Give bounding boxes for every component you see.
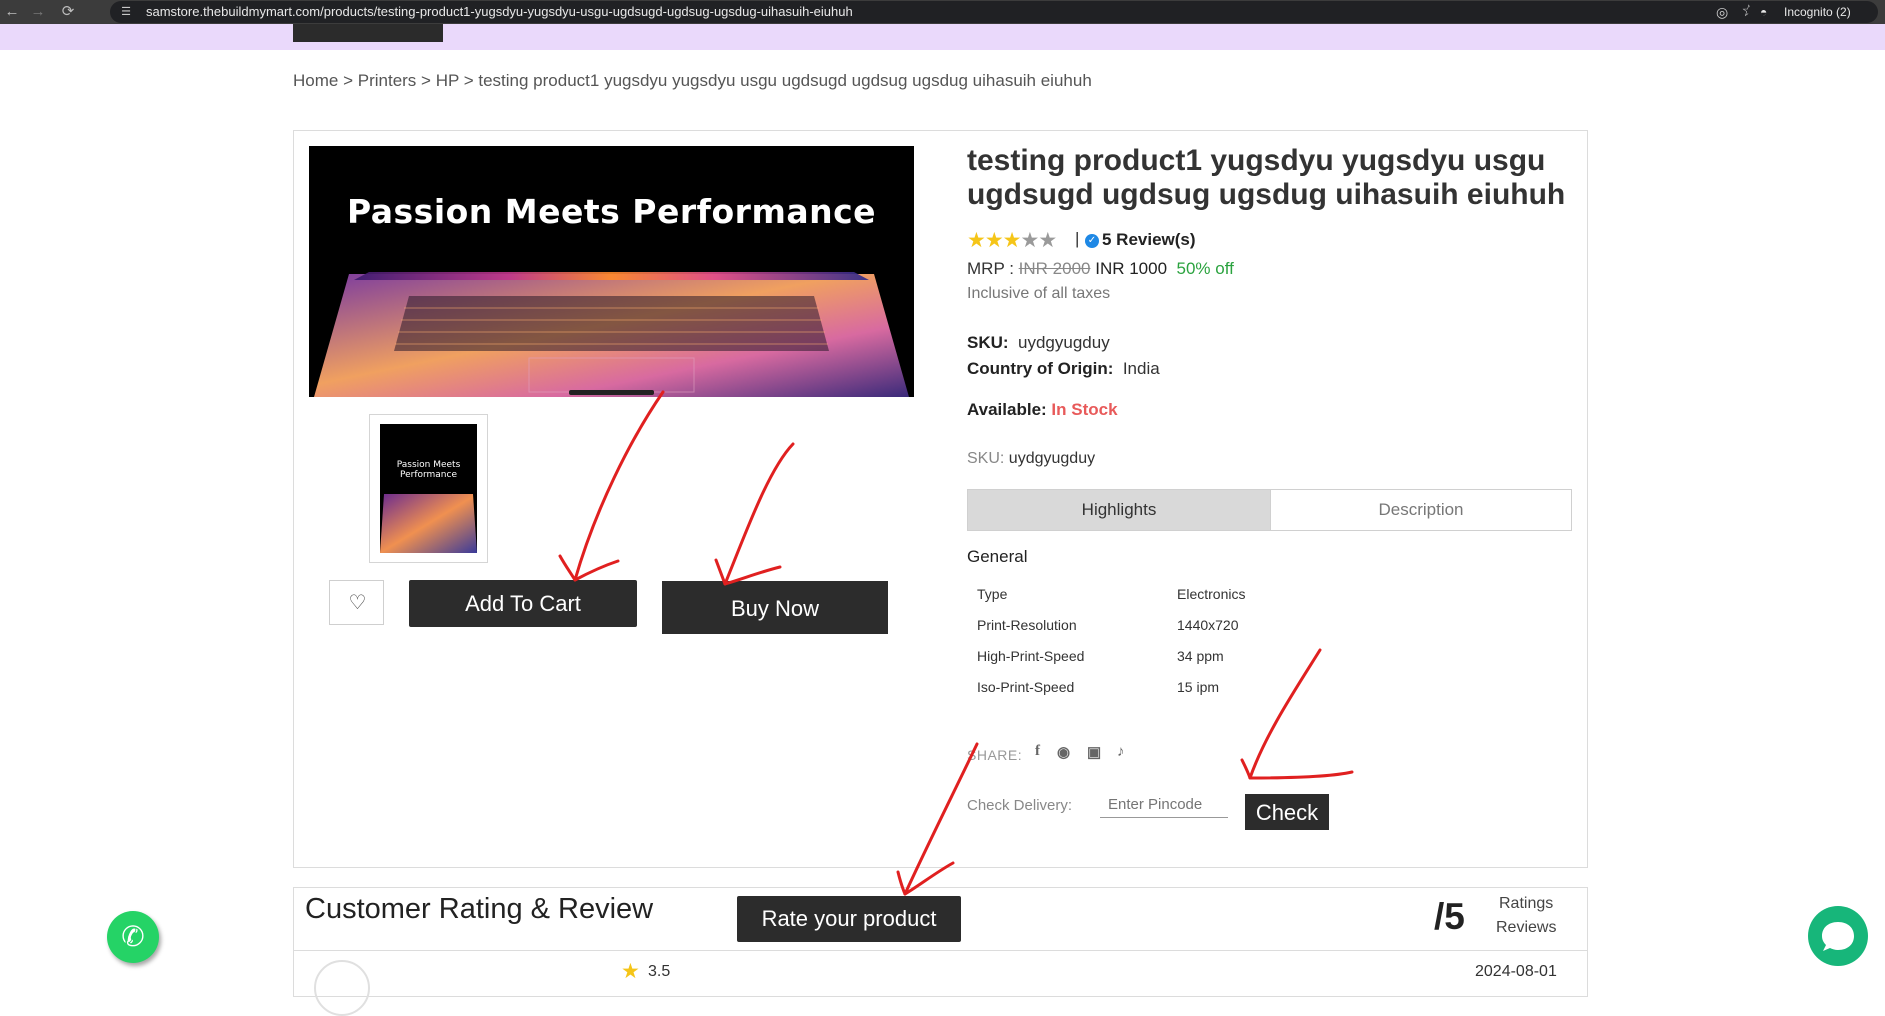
tab-highlights[interactable]: Highlights [968,490,1270,530]
stock-status: In Stock [1051,400,1118,419]
breadcrumb-current: testing product1 yugsdyu yugsdyu usgu ug… [478,71,1092,90]
origin-label: Country of Origin: [967,359,1114,378]
facebook-icon[interactable]: f [1035,743,1040,760]
tax-note: Inclusive of all taxes [967,285,1111,302]
star-filled-icon: ★ [967,229,986,252]
review-date: 2024-08-01 [1475,963,1557,980]
whatsapp-float-button[interactable]: ✆ [107,911,159,963]
availability-label: Available: [967,400,1047,419]
rating-out-of: /5 [1434,896,1465,937]
rating-stars[interactable]: ★★★★★ [967,228,1057,253]
spec-value: Electronics [1177,586,1246,602]
chat-widget-button[interactable] [1808,906,1868,966]
reload-icon[interactable]: ⟳ [58,2,78,22]
review-star-icon: ★ [621,960,640,983]
sku-label: SKU: [967,333,1009,352]
url-text[interactable]: samstore.thebuildmymart.com/products/tes… [146,4,853,20]
add-to-cart-button[interactable]: Add To Cart [409,580,637,627]
sku-value: uydgyugduy [1018,333,1110,352]
hero-headline: Passion Meets Performance [346,192,877,231]
share-label: SHARE: [967,747,1023,763]
browser-toolbar: ← → ⟳ ☰ samstore.thebuildmymart.com/prod… [0,0,1885,24]
spec-value: 34 ppm [1177,648,1224,664]
tab-description[interactable]: Description [1270,490,1571,530]
breadcrumb-separator: > [338,71,358,90]
star-empty-icon: ★ [1020,229,1039,252]
reviews-count-label: Reviews [1496,919,1557,936]
thumbnail-art [380,424,477,553]
review-score: 3.5 [648,963,671,980]
buy-now-button[interactable]: Buy Now [662,581,888,634]
heart-icon: ♡ [348,592,367,614]
site-logo[interactable] [293,24,443,42]
discount-badge: 50% off [1176,259,1234,278]
mrp-old-price: INR 2000 [1018,259,1091,278]
product-thumbnail[interactable]: Passion Meets Performance [369,414,488,563]
laptop-illustration [309,146,914,397]
origin-value: India [1122,359,1160,378]
sku-secondary-label: SKU: [967,450,1005,467]
check-delivery-button[interactable]: Check [1245,794,1329,830]
breadcrumb-separator: > [459,71,479,90]
breadcrumb-hp[interactable]: HP [436,71,459,90]
selling-price: INR 1000 [1095,259,1168,278]
site-header-strip [0,24,1885,50]
star-filled-icon: ★ [984,229,1004,252]
site-info-icon[interactable]: ☰ [118,4,134,20]
spec-label: Print-Resolution [977,617,1077,633]
star-empty-icon: ★ [1038,229,1057,252]
ratings-count-label: Ratings [1499,895,1554,912]
reviews-count-link[interactable]: 5 Review(s) [1102,230,1196,250]
whatsapp-icon[interactable]: ◉ [1057,743,1070,761]
spec-value: 15 ipm [1177,679,1220,695]
wishlist-button[interactable]: ♡ [329,580,384,625]
breadcrumb-separator: > [416,71,436,90]
spec-label: Type [977,586,1008,602]
spec-section-heading: General [967,547,1028,566]
thumbnail-image: Passion Meets Performance [380,424,477,553]
star-filled-icon: ★ [1002,229,1022,252]
incognito-icon: ◓ [1760,5,1768,19]
spec-value: 1440x720 [1177,617,1239,633]
incognito-badge[interactable]: ◓ Incognito (2) [1748,1,1878,23]
sku-secondary-row: SKU: uydgyugduy [967,450,1095,468]
breadcrumb-home[interactable]: Home [293,71,338,90]
whatsapp-icon: ✆ [121,921,145,952]
back-icon[interactable]: ← [2,2,22,22]
breadcrumb-printers[interactable]: Printers [358,71,417,90]
breadcrumb: Home > Printers > HP > testing product1 … [293,71,1092,91]
rate-product-button[interactable]: Rate your product [737,896,961,942]
thumbnail-caption: Passion Meets Performance [396,460,461,480]
verified-check-icon: ✓ [1085,234,1099,248]
review-divider [293,950,1588,951]
instagram-icon[interactable]: ▣ [1087,743,1101,761]
sku-secondary-value: uydgyugduy [1008,450,1096,467]
review-section-title: Customer Rating & Review [305,893,654,925]
sku-row: SKU: uydgyugduy [967,333,1110,353]
twitter-icon[interactable]: ♪ [1117,743,1125,760]
price-row: MRP : INR 2000 INR 1000 50% off [967,259,1234,279]
spec-label: Iso-Print-Speed [977,679,1075,695]
address-bar[interactable]: ☰ samstore.thebuildmymart.com/products/t… [110,1,1770,23]
spec-label: High-Print-Speed [977,648,1085,664]
pincode-input[interactable] [1100,791,1228,818]
product-title: testing product1 yugsdyu yugsdyu usgu ug… [967,144,1566,211]
product-tabs: Highlights Description [967,489,1572,531]
check-delivery-label: Check Delivery: [967,797,1073,814]
extension-icon[interactable]: ◎ [1716,3,1728,21]
reviewer-avatar [314,960,370,1016]
rating-separator: | [1075,229,1080,248]
availability-row: Available: In Stock [967,400,1118,420]
chat-bubble-icon [1822,922,1854,951]
product-main-image[interactable]: Passion Meets Performance [309,146,914,397]
forward-icon[interactable]: → [28,2,48,22]
origin-row: Country of Origin: India [967,359,1160,379]
incognito-label: Incognito (2) [1784,5,1851,19]
mrp-label: MRP : [967,259,1014,278]
